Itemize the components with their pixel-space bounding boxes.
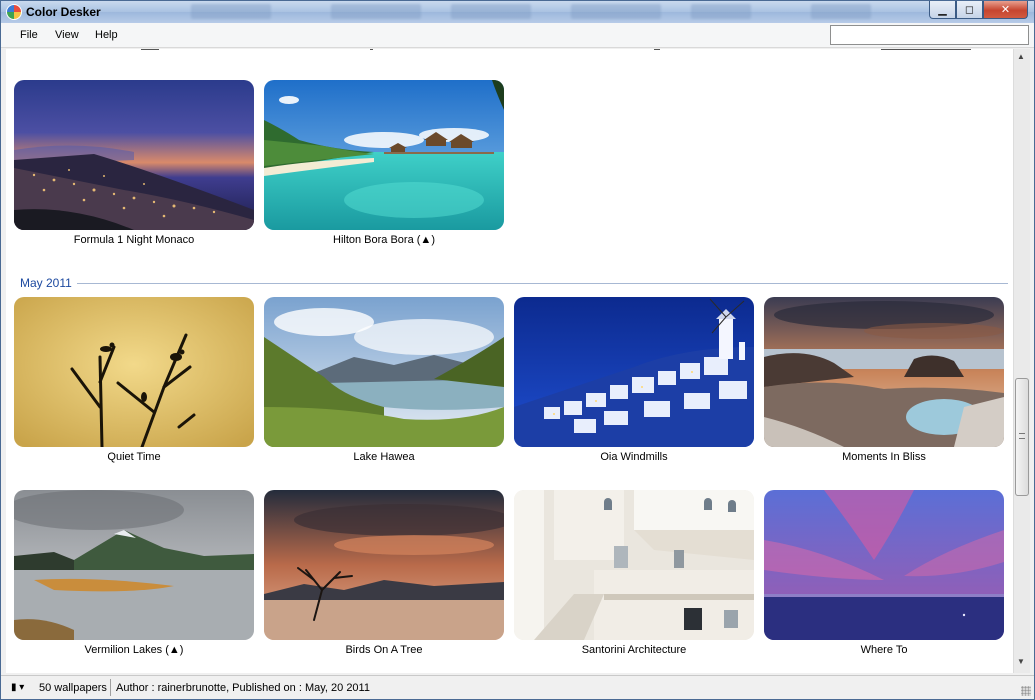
scroll-thumb[interactable] — [1015, 378, 1029, 496]
birds-on-a-tree-image — [264, 490, 504, 640]
clipped-caption — [881, 49, 971, 50]
wallpaper-thumbnail[interactable] — [264, 80, 504, 230]
background-blur — [451, 4, 531, 19]
app-window: Color Desker ▁ ◻ ✕ File View Help Formul… — [0, 0, 1035, 700]
menu-view[interactable]: View — [55, 29, 79, 41]
wallpaper-tile[interactable]: Oia Windmills — [514, 297, 754, 463]
menu-help[interactable]: Help — [95, 29, 118, 41]
view-mode-icon[interactable]: ▮ ▾ — [11, 682, 24, 693]
scroll-down-icon[interactable]: ▼ — [1017, 657, 1025, 666]
menu-file[interactable]: File — [20, 29, 38, 41]
vermilion-lakes-image — [14, 490, 254, 640]
wallpaper-caption: Lake Hawea — [353, 451, 415, 463]
scroll-up-icon[interactable]: ▲ — [1017, 52, 1025, 61]
wallpaper-caption: Moments In Bliss — [842, 451, 926, 463]
wallpaper-caption: Hilton Bora Bora (▲) — [333, 234, 435, 246]
where-to-image — [764, 490, 1004, 640]
wallpaper-caption: Santorini Architecture — [581, 644, 687, 656]
wallpaper-tile[interactable]: Quiet Time — [14, 297, 254, 463]
window-title: Color Desker — [26, 5, 101, 19]
moments-in-bliss-image — [764, 297, 1004, 447]
wallpaper-caption: Quiet Time — [107, 451, 161, 463]
wallpaper-thumbnail[interactable] — [264, 297, 504, 447]
santorini-architecture-image — [514, 490, 754, 640]
app-logo-icon — [6, 4, 22, 20]
wallpaper-tile[interactable]: Vermilion Lakes (▲) — [14, 490, 254, 656]
section-divider — [75, 283, 1008, 284]
clipped-caption — [370, 49, 373, 50]
title-bar[interactable]: Color Desker ▁ ◻ ✕ — [1, 1, 1034, 23]
oia-windmills-image — [514, 297, 754, 447]
close-button[interactable]: ✕ — [983, 1, 1028, 19]
wallpaper-gallery: Formula 1 Night Monaco Hilton Bora Bora … — [6, 49, 1013, 673]
clipped-caption — [654, 49, 660, 50]
background-blur — [811, 4, 871, 19]
wallpaper-tile[interactable]: Where To — [764, 490, 1004, 656]
bora-bora-image — [264, 80, 504, 230]
maximize-button[interactable]: ◻ — [956, 1, 983, 19]
wallpaper-thumbnail[interactable] — [264, 490, 504, 640]
wallpaper-thumbnail[interactable] — [14, 490, 254, 640]
wallpaper-thumbnail[interactable] — [514, 490, 754, 640]
wallpaper-caption: Birds On A Tree — [345, 644, 423, 656]
wallpaper-thumbnail[interactable] — [14, 297, 254, 447]
status-bar: ▮ ▾ 50 wallpapers Author : rainerbrunott… — [1, 675, 1034, 699]
wallpaper-tile[interactable]: Hilton Bora Bora (▲) — [264, 80, 504, 246]
wallpaper-tile[interactable]: Moments In Bliss — [764, 297, 1004, 463]
wallpaper-caption: Where To — [860, 644, 908, 656]
quiet-time-image — [14, 297, 254, 447]
lake-hawea-image — [264, 297, 504, 447]
background-blur — [571, 4, 661, 19]
wallpaper-caption: Vermilion Lakes (▲) — [84, 644, 184, 656]
wallpaper-caption: Oia Windmills — [600, 451, 668, 463]
wallpaper-thumbnail[interactable] — [764, 490, 1004, 640]
section-title: May 2011 — [20, 276, 77, 290]
wallpaper-tile[interactable]: Formula 1 Night Monaco — [14, 80, 254, 246]
vertical-scrollbar[interactable]: ▲ ▼ — [1013, 49, 1030, 673]
wallpaper-tile[interactable]: Santorini Architecture — [514, 490, 754, 656]
search-input[interactable] — [830, 25, 1029, 45]
wallpaper-thumbnail[interactable] — [764, 297, 1004, 447]
status-divider — [110, 679, 111, 696]
background-blur — [331, 4, 421, 19]
grip-icon — [1019, 433, 1025, 439]
wallpaper-thumbnail[interactable] — [514, 297, 754, 447]
wallpaper-count: 50 wallpapers — [39, 682, 107, 694]
author-info: Author : rainerbrunotte, Published on : … — [116, 682, 370, 694]
wallpaper-tile[interactable]: Birds On A Tree — [264, 490, 504, 656]
background-blur — [191, 4, 271, 19]
wallpaper-tile[interactable]: Lake Hawea — [264, 297, 504, 463]
monaco-night-image — [14, 80, 254, 230]
clipped-caption — [141, 49, 159, 50]
minimize-button[interactable]: ▁ — [929, 1, 956, 19]
wallpaper-caption: Formula 1 Night Monaco — [73, 234, 195, 246]
wallpaper-thumbnail[interactable] — [14, 80, 254, 230]
section-header: May 2011 — [20, 276, 1008, 290]
background-blur — [691, 4, 751, 19]
resize-grip-icon[interactable] — [1021, 686, 1031, 696]
